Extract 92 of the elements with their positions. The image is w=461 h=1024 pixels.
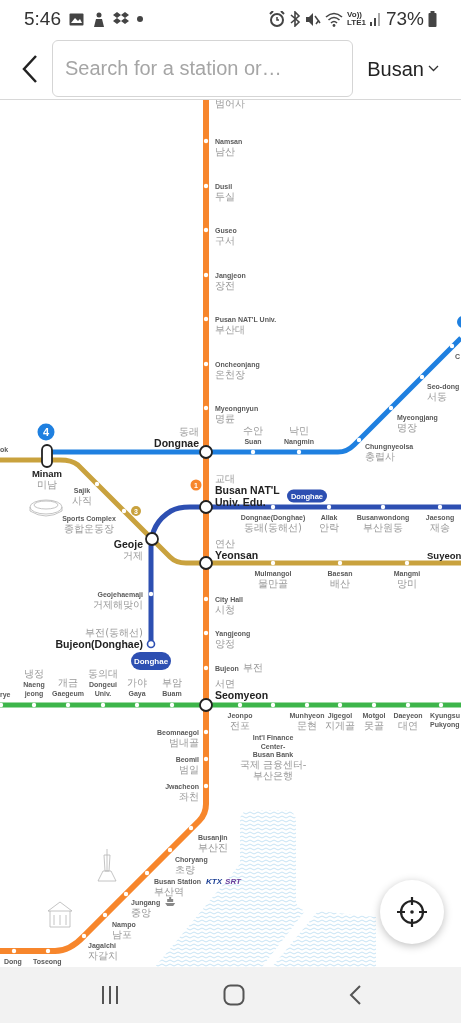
rail-logo: SRT [225, 877, 241, 886]
station-korean-name: 서면 [215, 678, 235, 689]
station-korean-name: 남산 [215, 146, 235, 157]
tower-drawing [97, 848, 117, 882]
station-korean-name: 못골 [364, 720, 384, 731]
station-korean-name: 동래(동해선) [244, 522, 302, 533]
station-korean-name: 중앙 [131, 907, 151, 918]
station-korean-name: 명륜 [215, 413, 235, 424]
chevron-left-icon [20, 53, 40, 84]
station-name: Yeonsan [215, 549, 259, 561]
network-label: Vo)) [347, 11, 362, 19]
station-korean-name: 부산원동 [363, 522, 403, 533]
bluetooth-icon [289, 11, 301, 27]
station-korean-name: 두실 [215, 191, 235, 202]
station-korean-name: 국제 금융센터- 부산은행 [239, 759, 307, 781]
station-korean-name: 명장 [397, 422, 417, 433]
city-dropdown[interactable]: Busan [361, 49, 445, 88]
station-korean-name: 범내골 [169, 737, 199, 748]
station-korean-name: 서동 [427, 391, 447, 402]
station-korean-name: 개금 [58, 677, 78, 688]
clock-time: 5:46 [24, 6, 61, 31]
station-korean-name: 물만골 [258, 578, 288, 589]
station-korean-name: 범일 [179, 764, 199, 775]
station-name: Minam [31, 468, 63, 479]
station-korean-name: 시청 [215, 604, 235, 615]
station-korean-name: 배산 [330, 578, 350, 589]
notification-dot-icon [137, 16, 143, 22]
person-icon [92, 11, 105, 27]
station-korean-name: 부전(동해선) [85, 627, 143, 638]
station-korean-name: 가야 [127, 677, 147, 688]
station-korean-name: 낙민 [289, 425, 309, 436]
station-korean-name: 사직 [72, 495, 92, 506]
station-name: Dongnae [154, 437, 199, 449]
box-icon [113, 12, 129, 26]
station-korean-name: 초량 [175, 864, 195, 875]
stadium-drawing [29, 499, 63, 517]
battery-icon [428, 11, 437, 27]
mute-icon [305, 11, 321, 27]
station-korean-name: 자갈치 [88, 950, 118, 961]
station-name: Suyeon [427, 550, 461, 561]
line-badge: 4 [37, 423, 55, 441]
station-korean-name: 지게골 [325, 720, 355, 731]
station-korean-name: 망미 [397, 578, 417, 589]
station-korean-name: 장전 [215, 280, 235, 291]
station-korean-name: 교대 [215, 473, 235, 484]
station-korean-name: 온천장 [215, 369, 245, 380]
station-korean-name: 대연 [398, 720, 418, 731]
station-korean-name: 범어사 [215, 100, 245, 109]
station-korean-name: 부전 [242, 662, 263, 673]
battery-percentage: 73% [385, 6, 424, 31]
network-label: LTE1 [347, 19, 366, 27]
station-korean-name: 남포 [112, 929, 132, 940]
alarm-icon [269, 11, 285, 27]
wifi-icon [325, 11, 343, 27]
station-korean-name: 문현 [297, 720, 317, 731]
station-korean-name: 안락 [319, 522, 339, 533]
station-korean-name: 거제해맞이 [93, 599, 143, 610]
station-korean-name: 거제 [123, 550, 143, 561]
search-field[interactable]: Search for a station or… [52, 40, 354, 97]
station-korean-name: 부산진 [198, 842, 228, 853]
station-korean-name: 수안 [243, 425, 263, 436]
station-name: Seomyeon [215, 689, 269, 701]
station-korean-name: 동래 [179, 426, 199, 437]
gallery-icon [69, 12, 84, 26]
rail-logo: KTX [206, 877, 223, 886]
line-badge: Donghae [131, 652, 171, 670]
station-korean-name: 부산역 [154, 886, 184, 897]
station-korean-name: 좌천 [179, 791, 199, 802]
station-korean-name: 부산대 [215, 324, 245, 335]
caret-icon [428, 65, 439, 72]
station-korean-name: 미남 [37, 479, 57, 490]
station-korean-name: 냉정 [24, 668, 44, 679]
crosshair-icon [397, 897, 427, 927]
back-icon[interactable] [347, 985, 362, 1005]
station-name: Bujeon(Donghae) [55, 638, 143, 650]
station-korean-name: 동의대 [88, 668, 118, 679]
ship-icon [165, 897, 176, 906]
station-name: Geoje [113, 538, 143, 550]
home-icon[interactable] [222, 984, 245, 1006]
recent-apps-icon[interactable] [99, 986, 120, 1004]
station-korean-name: 구서 [215, 235, 235, 246]
locate-button[interactable] [380, 880, 444, 944]
station-korean-name: 양정 [215, 638, 235, 649]
signal-icon [369, 12, 382, 26]
station-korean-name: 충렬사 [365, 451, 395, 462]
station-korean-name: 재송 [430, 522, 450, 533]
station-name: Busan NAT'L Univ. Edu. [215, 484, 280, 508]
station-korean-name: 종합운동장 [64, 523, 114, 534]
station-korean-name: 부암 [162, 677, 182, 688]
station-korean-name: 전포 [230, 720, 250, 731]
station-korean-name: 연산 [215, 538, 235, 549]
building-drawing [47, 901, 73, 928]
